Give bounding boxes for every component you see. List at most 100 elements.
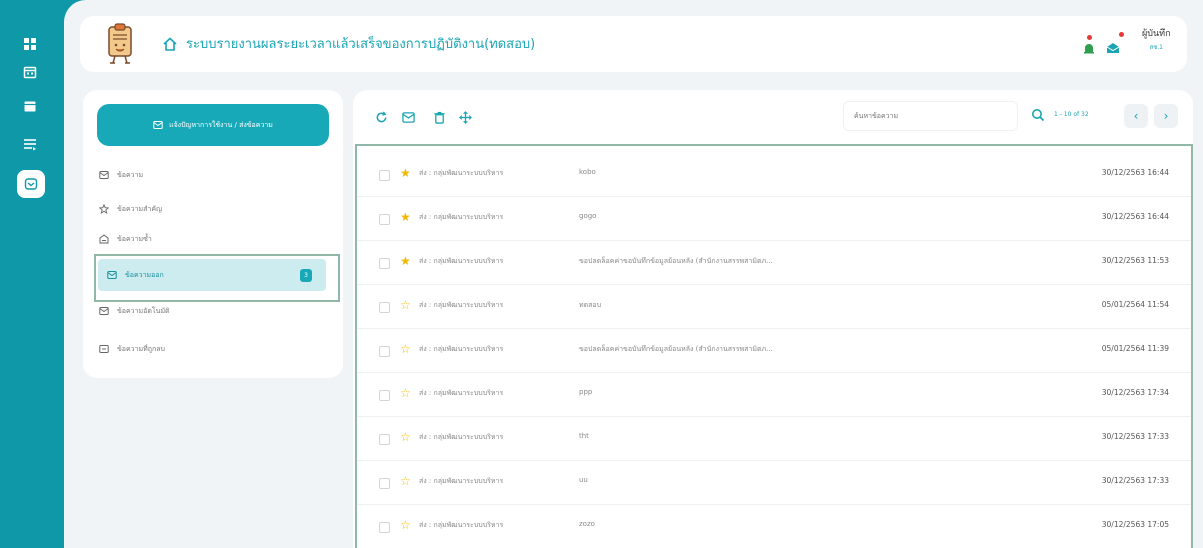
search-box <box>843 101 1018 131</box>
message-row[interactable]: ★ ส่ง : กลุ่มพัฒนาระบบบริหาร gogo 30/12/… <box>357 197 1191 241</box>
app-title: ระบบรายงานผลระยะเวลาแล้วเสร็จของการปฏิบั… <box>186 37 536 52</box>
message-subject: kobo <box>579 168 596 176</box>
message-sender: ส่ง : กลุ่มพัฒนาระบบบริหาร <box>419 257 504 265</box>
message-sender: ส่ง : กลุ่มพัฒนาระบบบริหาร <box>419 345 504 353</box>
message-date: 30/12/2563 16:44 <box>1101 168 1169 177</box>
message-date: 30/12/2563 17:33 <box>1101 432 1169 441</box>
message-date: 30/12/2563 16:44 <box>1101 212 1169 221</box>
message-row[interactable]: ☆ ส่ง : กลุ่มพัฒนาระบบบริหาร ขอปลดล็อคค่… <box>357 329 1191 373</box>
message-sender: ส่ง : กลุ่มพัฒนาระบบบริหาร <box>419 433 504 441</box>
icon-rail <box>0 0 64 548</box>
compose-label: แจ้งปัญหาการใช้งาน / ส่งข้อความ <box>169 120 273 129</box>
row-checkbox[interactable] <box>379 478 390 489</box>
message-row[interactable]: ☆ ส่ง : กลุ่มพัฒนาระบบบริหาร tht 30/12/2… <box>357 417 1191 461</box>
message-date: 30/12/2563 11:53 <box>1101 256 1169 265</box>
row-checkbox[interactable] <box>379 302 390 313</box>
refresh-icon[interactable] <box>373 109 389 125</box>
mark-read-icon[interactable] <box>400 109 416 125</box>
message-row[interactable]: ☆ ส่ง : กลุ่มพัฒนาระบบบริหาร zozo 30/12/… <box>357 505 1191 548</box>
move-icon[interactable] <box>457 109 473 125</box>
message-sender: ส่ง : กลุ่มพัฒนาระบบบริหาร <box>419 169 504 177</box>
row-checkbox[interactable] <box>379 258 390 269</box>
compose-button[interactable]: แจ้งปัญหาการใช้งาน / ส่งข้อความ <box>97 104 329 146</box>
message-date: 30/12/2563 17:34 <box>1101 388 1169 397</box>
app-header: ระบบรายงานผลระยะเวลาแล้วเสร็จของการปฏิบั… <box>80 16 1187 72</box>
auto-mail-icon <box>99 307 109 315</box>
row-checkbox[interactable] <box>379 390 390 401</box>
message-subject: zozo <box>579 520 595 528</box>
chevron-left-icon: ‹ <box>1133 109 1139 123</box>
folder-label: ข้อความ <box>117 170 144 179</box>
row-checkbox[interactable] <box>379 346 390 357</box>
pagination-info: 1 - 10 of 32 <box>1054 111 1089 118</box>
user-profile[interactable]: ผู้บันทึก สช.1 <box>1142 26 1171 52</box>
archive-icon <box>99 234 109 244</box>
folder-inbox[interactable]: ข้อความ <box>99 166 329 184</box>
star-outline-icon[interactable]: ☆ <box>400 430 411 444</box>
folder-important[interactable]: ข้อความสำคัญ <box>99 200 329 218</box>
trash-mail-icon <box>99 345 109 353</box>
folder-label: ข้อความที่ถูกลบ <box>117 344 165 353</box>
list-icon[interactable] <box>22 136 38 152</box>
home-icon[interactable] <box>162 36 178 52</box>
message-date: 30/12/2563 17:05 <box>1101 520 1169 529</box>
prev-page-button[interactable]: ‹ <box>1124 104 1148 128</box>
next-page-button[interactable]: › <box>1154 104 1178 128</box>
message-subject: tht <box>579 432 589 440</box>
message-row[interactable]: ☆ ส่ง : กลุ่มพัฒนาระบบบริหาร ppp 30/12/2… <box>357 373 1191 417</box>
star-outline-icon[interactable]: ☆ <box>400 342 411 356</box>
star-filled-icon[interactable]: ★ <box>400 166 411 180</box>
message-row[interactable]: ☆ ส่ง : กลุ่มพัฒนาระบบบริหาร ทดสอบ 05/01… <box>357 285 1191 329</box>
message-subject: ขอปลดล็อคค่าขอบันทึกข้อมูลย้อนหลัง (สำนั… <box>579 257 773 265</box>
schedule-icon[interactable] <box>22 98 38 114</box>
user-name: ผู้บันทึก <box>1142 29 1171 39</box>
message-sender: ส่ง : กลุ่มพัฒนาระบบบริหาร <box>419 389 504 397</box>
star-filled-icon[interactable]: ★ <box>400 254 411 268</box>
message-subject: ขอปลดล็อคค่าขอบันทึกข้อมูลย้อนหลัง (สำนั… <box>579 345 773 353</box>
message-date: 30/12/2563 17:33 <box>1101 476 1169 485</box>
star-filled-icon[interactable]: ★ <box>400 210 411 224</box>
delete-icon[interactable] <box>431 109 447 125</box>
mail-notification-icon[interactable] <box>1106 32 1124 54</box>
message-list: ★ ส่ง : กลุ่มพัฒนาระบบบริหาร kobo 30/12/… <box>355 144 1193 548</box>
inbox-icon <box>99 171 109 179</box>
message-row[interactable]: ☆ ส่ง : กลุ่มพัฒนาระบบบริหาร uu 30/12/25… <box>357 461 1191 505</box>
mailbox-icon[interactable] <box>17 170 45 198</box>
search-icon[interactable] <box>1031 107 1045 122</box>
star-icon <box>99 204 109 214</box>
unread-count-badge: 3 <box>300 269 312 282</box>
message-sender: ส่ง : กลุ่มพัฒนาระบบบริหาร <box>419 301 504 309</box>
folder-outbox[interactable]: ข้อความออก 3 <box>98 259 326 291</box>
folder-deleted[interactable]: ข้อความที่ถูกลบ <box>99 340 329 358</box>
row-checkbox[interactable] <box>379 170 390 181</box>
message-subject: ppp <box>579 388 593 396</box>
dashboard-icon[interactable] <box>22 36 38 52</box>
row-checkbox[interactable] <box>379 434 390 445</box>
folder-panel: แจ้งปัญหาการใช้งาน / ส่งข้อความ ข้อความ … <box>83 90 343 378</box>
row-checkbox[interactable] <box>379 214 390 225</box>
message-row[interactable]: ★ ส่ง : กลุ่มพัฒนาระบบบริหาร ขอปลดล็อคค่… <box>357 241 1191 285</box>
outbox-icon <box>107 271 117 279</box>
message-date: 05/01/2564 11:39 <box>1101 344 1169 353</box>
chevron-right-icon: › <box>1163 109 1169 123</box>
compose-mail-icon <box>153 121 163 129</box>
folder-label: ข้อความอัตโนมัติ <box>117 306 170 315</box>
message-subject: ทดสอบ <box>579 301 602 309</box>
search-input[interactable] <box>854 112 974 120</box>
folder-duplicate[interactable]: ข้อความซ้ำ <box>99 230 329 248</box>
folder-label: ข้อความออก <box>125 270 164 279</box>
star-outline-icon[interactable]: ☆ <box>400 298 411 312</box>
calendar-icon[interactable] <box>22 64 38 80</box>
notification-bell-icon[interactable] <box>1082 35 1096 54</box>
message-sender: ส่ง : กลุ่มพัฒนาระบบบริหาร <box>419 213 504 221</box>
clipboard-mascot-logo <box>104 22 136 66</box>
message-subject: gogo <box>579 212 597 220</box>
star-outline-icon[interactable]: ☆ <box>400 474 411 488</box>
star-outline-icon[interactable]: ☆ <box>400 518 411 532</box>
user-department: สช.1 <box>1149 44 1163 51</box>
message-row[interactable]: ★ ส่ง : กลุ่มพัฒนาระบบบริหาร kobo 30/12/… <box>357 153 1191 197</box>
star-outline-icon[interactable]: ☆ <box>400 386 411 400</box>
row-checkbox[interactable] <box>379 522 390 533</box>
message-sender: ส่ง : กลุ่มพัฒนาระบบบริหาร <box>419 521 504 529</box>
folder-auto[interactable]: ข้อความอัตโนมัติ <box>99 302 329 320</box>
